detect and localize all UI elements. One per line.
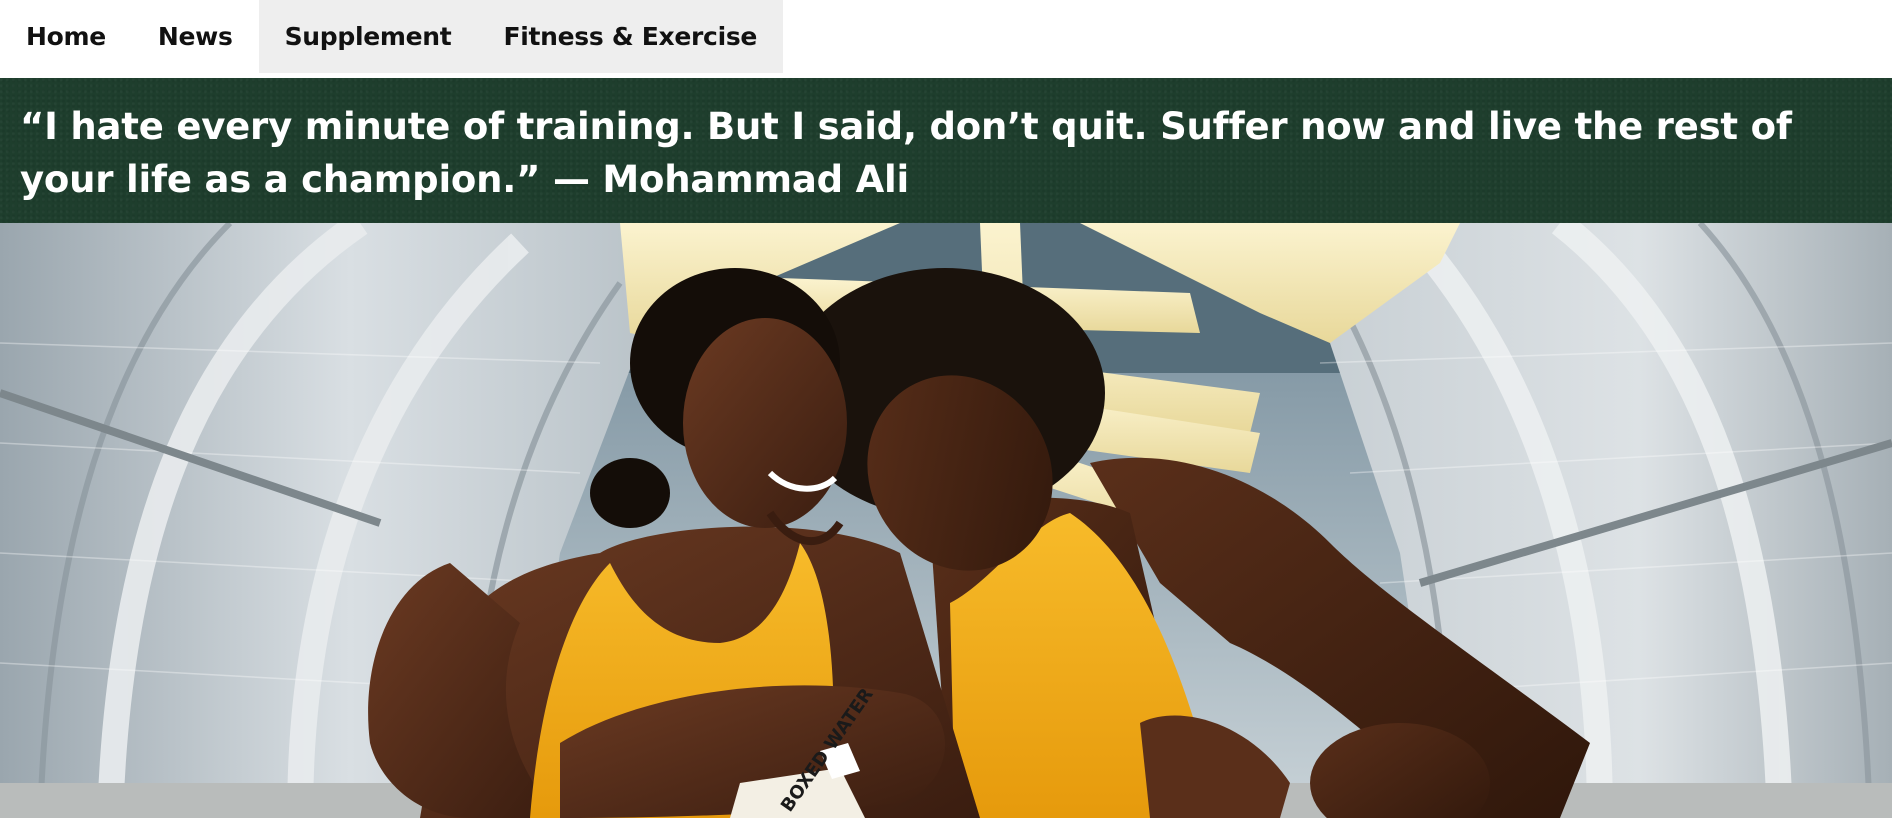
- quote-banner: “I hate every minute of training. But I …: [0, 78, 1892, 223]
- nav-item-supplement[interactable]: Supplement: [259, 0, 478, 73]
- nav-item-home[interactable]: Home: [0, 0, 132, 73]
- nav-item-news[interactable]: News: [132, 0, 259, 73]
- top-navigation: Home News Supplement Fitness & Exercise: [0, 0, 1892, 77]
- hero-illustration: BOXED WATER: [0, 223, 1892, 818]
- nav-highlight-group: Supplement Fitness & Exercise: [258, 0, 784, 73]
- page: Home News Supplement Fitness & Exercise …: [0, 0, 1892, 818]
- quote-text: “I hate every minute of training. But I …: [20, 105, 1792, 201]
- hero-image: BOXED WATER: [0, 223, 1892, 818]
- nav-item-fitness-exercise[interactable]: Fitness & Exercise: [477, 0, 783, 73]
